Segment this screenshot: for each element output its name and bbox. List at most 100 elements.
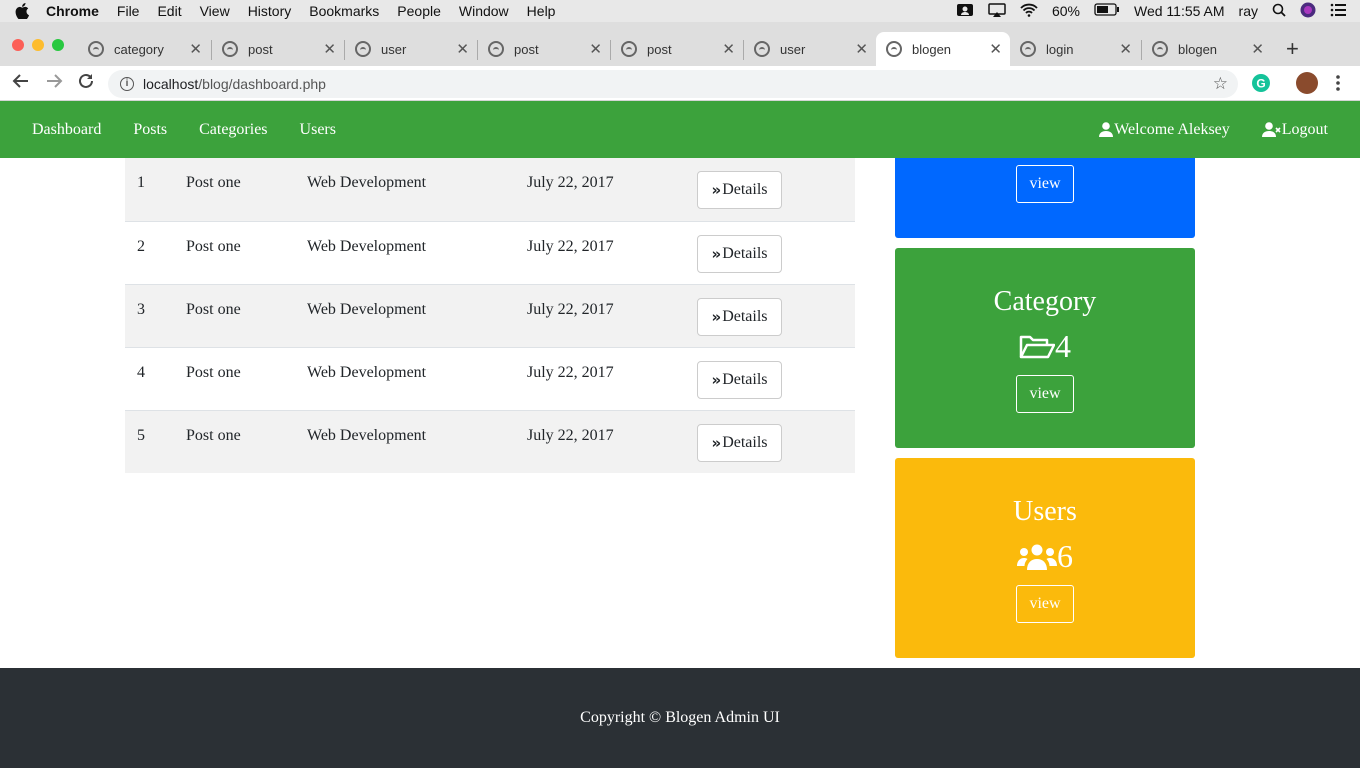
nav-users[interactable]: Users: [284, 121, 352, 139]
tab-close-icon[interactable]: ✕: [855, 40, 868, 58]
tab-favicon-icon: [754, 41, 770, 57]
svg-text:G: G: [1256, 77, 1265, 91]
nav-welcome-user[interactable]: Welcome Aleksey: [1083, 121, 1246, 139]
tab-close-icon[interactable]: ✕: [722, 40, 735, 58]
angle-double-right-icon: »: [711, 245, 722, 263]
url-path: /blog/dashboard.php: [198, 76, 326, 92]
tab-post[interactable]: post ✕: [478, 32, 610, 66]
post-id: 3: [137, 301, 145, 318]
angle-double-right-icon: »: [711, 308, 722, 326]
nav-logout[interactable]: Logout: [1246, 121, 1344, 139]
angle-double-right-icon: »: [711, 181, 722, 199]
forward-arrow-icon[interactable]: [45, 72, 63, 95]
post-title: Post one: [186, 238, 241, 255]
post-date: July 22, 2017: [527, 364, 614, 381]
tab-blogen-active[interactable]: blogen ✕: [876, 32, 1010, 66]
close-window-button[interactable]: [12, 39, 24, 51]
menu-history[interactable]: History: [239, 3, 301, 19]
chrome-menu-icon[interactable]: [1332, 74, 1344, 97]
table-row: 5 Post one Web Development July 22, 2017…: [125, 410, 855, 473]
details-button[interactable]: » Details: [697, 424, 782, 462]
new-tab-plus-icon[interactable]: +: [1286, 36, 1299, 62]
menu-bookmarks[interactable]: Bookmarks: [300, 3, 388, 19]
tab-login[interactable]: login ✕: [1010, 32, 1140, 66]
menu-edit[interactable]: Edit: [148, 3, 190, 19]
post-id: 1: [137, 174, 145, 191]
details-button[interactable]: » Details: [697, 171, 782, 209]
tab-close-icon[interactable]: ✕: [323, 40, 336, 58]
details-label: Details: [722, 371, 768, 388]
details-button[interactable]: » Details: [697, 361, 782, 399]
menu-help[interactable]: Help: [518, 3, 565, 19]
browser-tab-strip: category ✕ post ✕ user ✕ post ✕ post ✕ u…: [0, 22, 1360, 66]
menu-people[interactable]: People: [388, 3, 450, 19]
contacts-icon[interactable]: [956, 3, 974, 20]
nav-categories[interactable]: Categories: [183, 121, 283, 139]
tab-user[interactable]: user ✕: [744, 32, 876, 66]
post-category: Web Development: [307, 364, 427, 381]
tab-label: post: [514, 41, 539, 57]
details-label: Details: [722, 308, 768, 325]
tab-post[interactable]: post ✕: [611, 32, 743, 66]
posts-view-button[interactable]: view: [1016, 165, 1074, 203]
post-id: 5: [137, 427, 145, 444]
tab-favicon-icon: [355, 41, 371, 57]
post-date: July 22, 2017: [527, 427, 614, 444]
category-view-button[interactable]: view: [1016, 375, 1074, 413]
table-row: 4 Post one Web Development July 22, 2017…: [125, 347, 855, 410]
airplay-icon[interactable]: [988, 2, 1006, 20]
spotlight-search-icon[interactable]: [1272, 3, 1286, 20]
tab-blogen[interactable]: blogen ✕: [1142, 32, 1272, 66]
zoom-window-button[interactable]: [52, 39, 64, 51]
tab-label: post: [248, 41, 273, 57]
nav-posts[interactable]: Posts: [117, 121, 183, 139]
tab-close-icon[interactable]: ✕: [189, 40, 202, 58]
tab-close-icon[interactable]: ✕: [1251, 40, 1264, 58]
site-info-icon[interactable]: i: [120, 77, 134, 91]
category-card: Category 4 view: [895, 248, 1195, 448]
wifi-icon[interactable]: [1020, 3, 1038, 20]
details-button[interactable]: » Details: [697, 298, 782, 336]
table-row: 2 Post one Web Development July 22, 2017…: [125, 221, 855, 284]
tab-favicon-icon: [1152, 41, 1168, 57]
clock[interactable]: Wed 11:55 AM: [1134, 3, 1225, 19]
post-category: Web Development: [307, 174, 427, 191]
menu-file[interactable]: File: [108, 3, 149, 19]
siri-icon[interactable]: [1300, 2, 1316, 21]
post-date: July 22, 2017: [527, 301, 614, 318]
post-title: Post one: [186, 364, 241, 381]
nav-dashboard[interactable]: Dashboard: [0, 121, 117, 139]
bookmark-star-icon[interactable]: ☆: [1213, 74, 1228, 94]
minimize-window-button[interactable]: [32, 39, 44, 51]
grammarly-extension-icon[interactable]: G: [1252, 74, 1270, 92]
post-category: Web Development: [307, 301, 427, 318]
details-label: Details: [722, 245, 768, 262]
tab-category[interactable]: category ✕: [78, 32, 210, 66]
users-view-button[interactable]: view: [1016, 585, 1074, 623]
tab-close-icon[interactable]: ✕: [456, 40, 469, 58]
address-bar[interactable]: i localhost/blog/dashboard.php ☆: [108, 70, 1238, 98]
user-name[interactable]: ray: [1239, 3, 1258, 19]
tab-user[interactable]: user ✕: [345, 32, 477, 66]
reload-icon[interactable]: [77, 72, 95, 95]
details-button[interactable]: » Details: [697, 235, 782, 273]
menu-view[interactable]: View: [191, 3, 239, 19]
tab-label: login: [1046, 41, 1074, 57]
tab-favicon-icon: [621, 41, 637, 57]
tab-post[interactable]: post ✕: [212, 32, 344, 66]
menu-window[interactable]: Window: [450, 3, 518, 19]
notification-center-icon[interactable]: [1330, 3, 1346, 20]
users-card: Users 6 view: [895, 458, 1195, 658]
menu-app-name[interactable]: Chrome: [44, 3, 108, 19]
tab-close-icon[interactable]: ✕: [1119, 40, 1132, 58]
post-category: Web Development: [307, 427, 427, 444]
tab-close-icon[interactable]: ✕: [589, 40, 602, 58]
apple-icon[interactable]: [0, 3, 44, 19]
battery-icon[interactable]: [1094, 3, 1120, 19]
back-arrow-icon[interactable]: [12, 72, 30, 95]
app-navbar: Dashboard Posts Categories Users Welcome…: [0, 101, 1360, 158]
tab-close-icon[interactable]: ✕: [989, 40, 1002, 58]
post-id: 4: [137, 364, 145, 381]
angle-double-right-icon: »: [711, 371, 722, 389]
profile-avatar[interactable]: [1296, 72, 1318, 94]
